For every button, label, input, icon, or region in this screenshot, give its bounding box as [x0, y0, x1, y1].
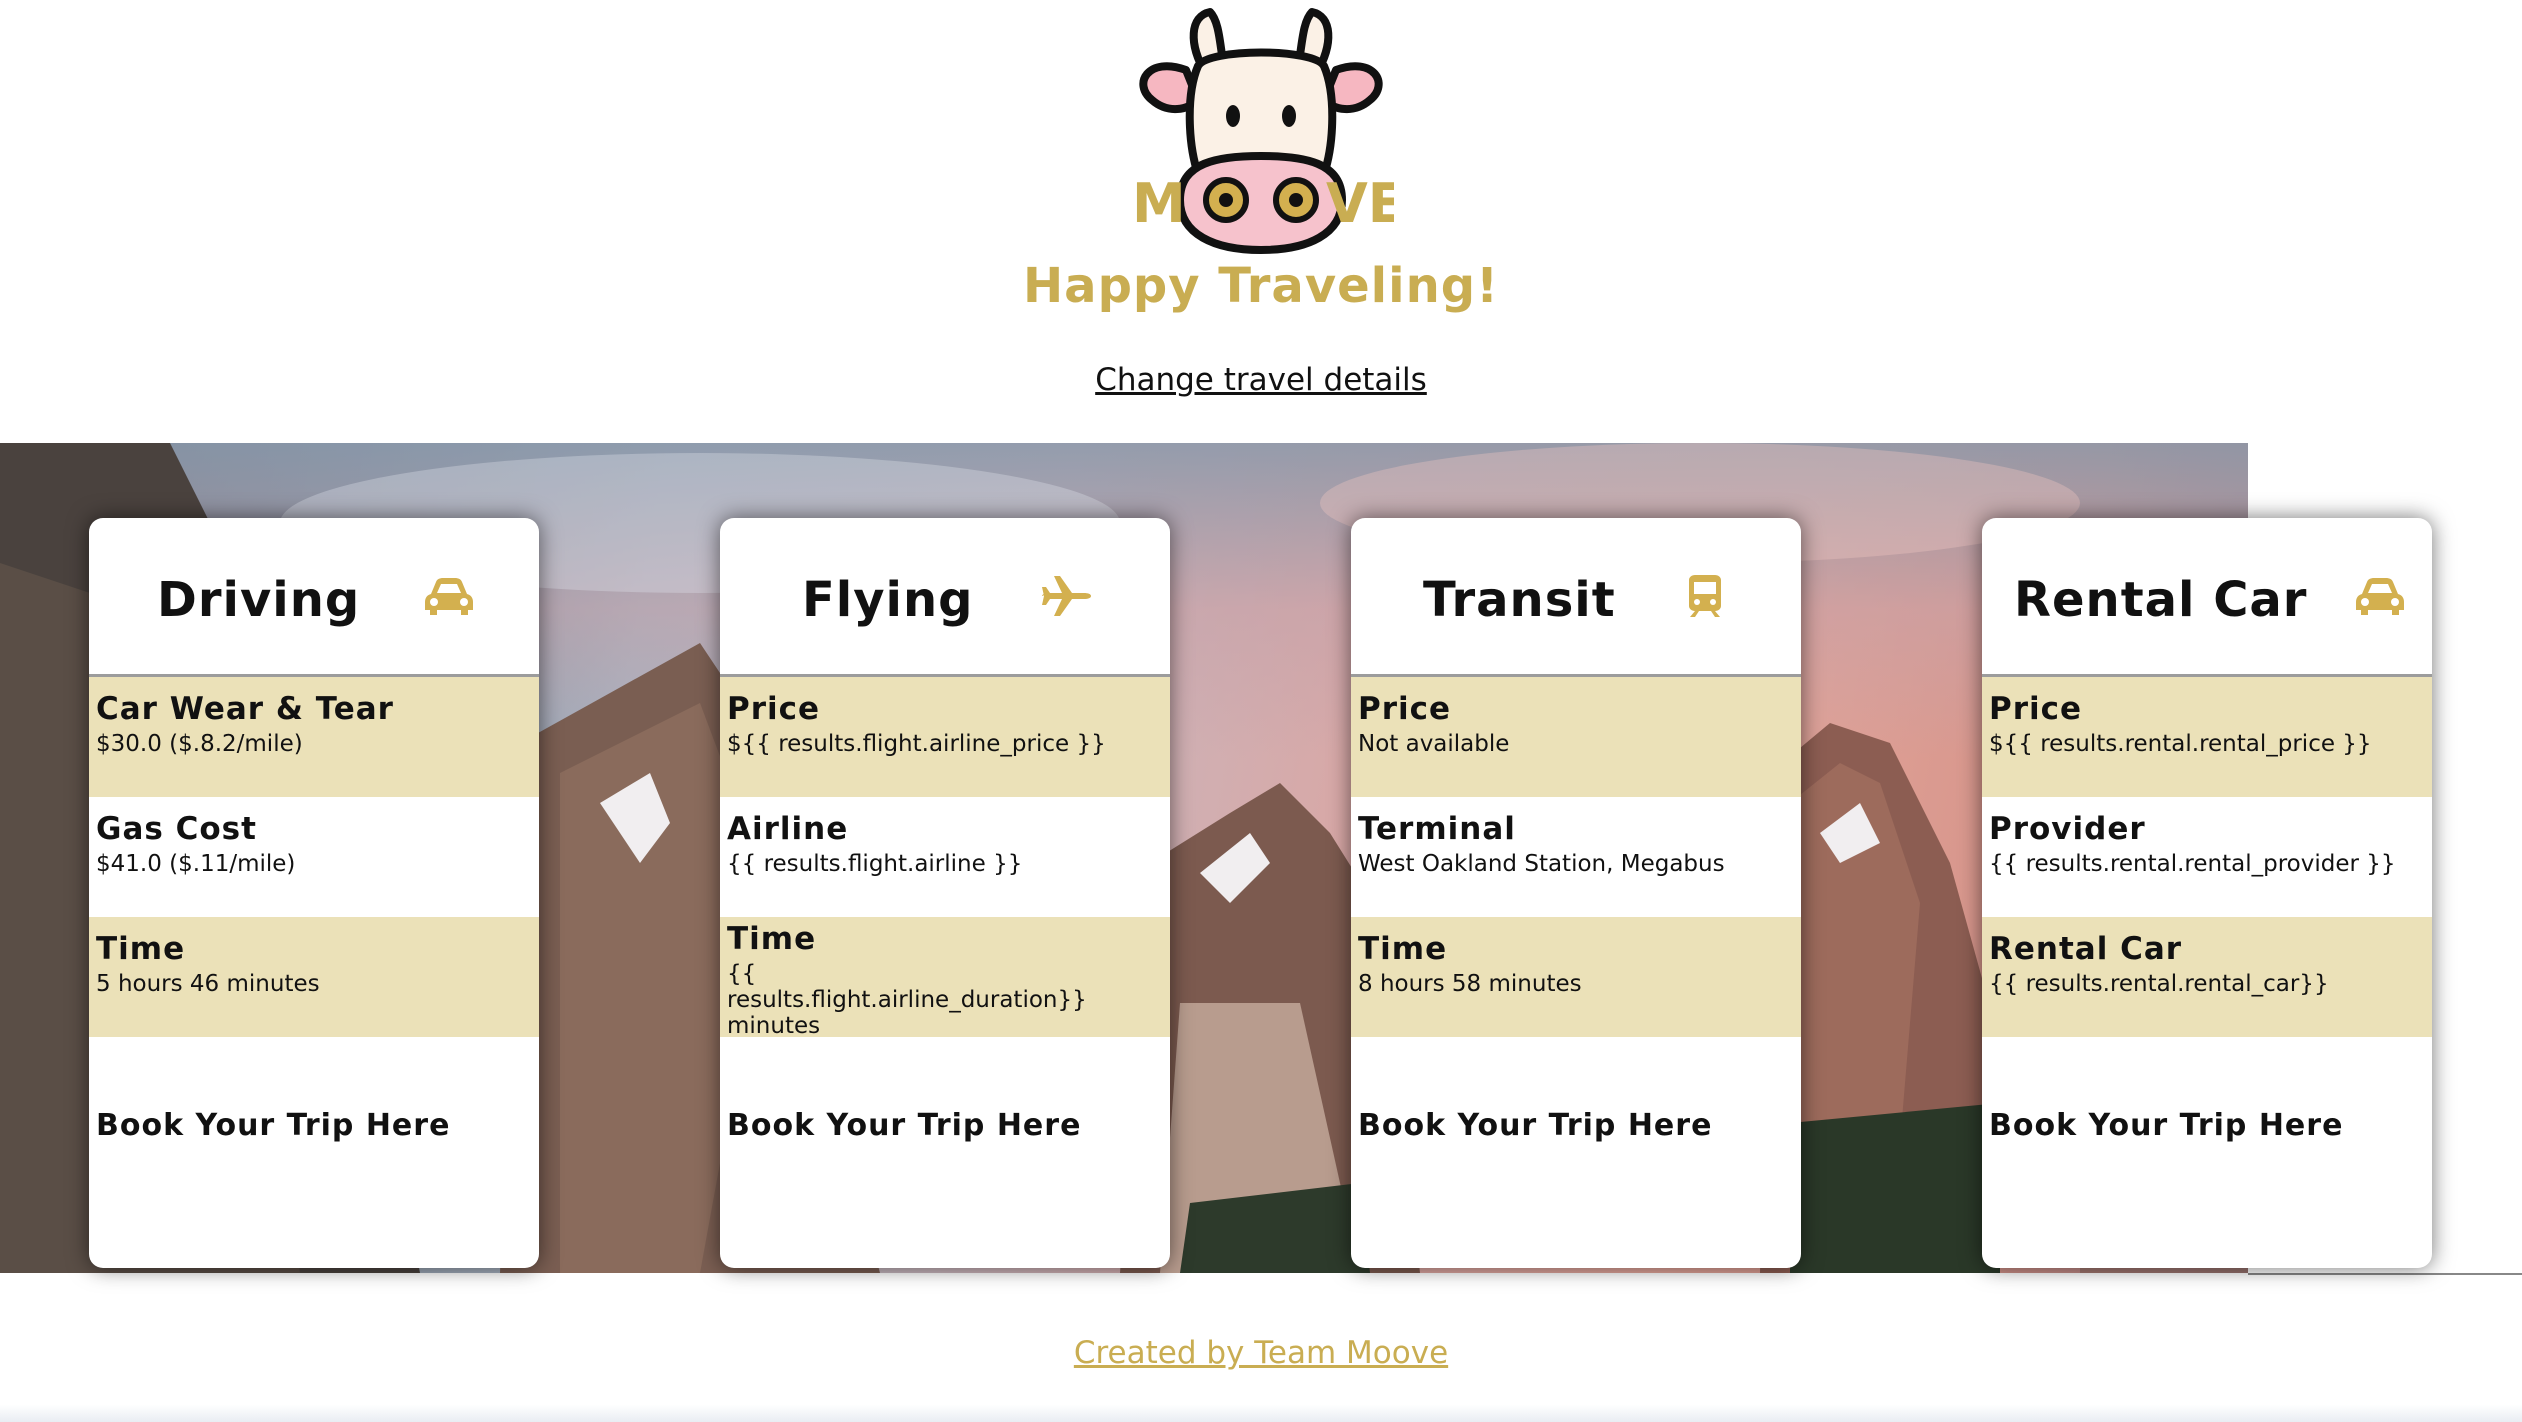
svg-text:M: M [1132, 172, 1186, 235]
row-value: West Oakland Station, Megabus [1358, 851, 1725, 877]
svg-text:VE: VE [1326, 172, 1394, 235]
book-trip-link[interactable]: Book Your Trip Here [727, 1108, 1081, 1143]
book-trip-link[interactable]: Book Your Trip Here [1989, 1108, 2343, 1143]
created-by-team-moove-link[interactable]: Created by Team Moove [0, 1335, 2522, 1371]
card-row: Time {{ results.flight.airline_duration}… [720, 917, 1170, 1039]
card-row: Airline {{ results.flight.airline }} [720, 797, 1170, 917]
card-row: Gas Cost $41.0 ($.11/mile) [89, 797, 539, 917]
car-icon [423, 574, 475, 618]
row-value: ${{ results.flight.airline_price }} [727, 731, 1106, 757]
row-label: Gas Cost [96, 811, 257, 847]
cow-logo-icon: M VE [1132, 8, 1394, 254]
row-value: {{ results.rental.rental_provider }} [1989, 851, 2396, 877]
card-row: Time 5 hours 46 minutes [89, 917, 539, 1037]
card-title: Driving [157, 572, 361, 628]
card-row: Car Wear & Tear $30.0 ($.8.2/mile) [89, 677, 539, 797]
row-value: {{ results.flight.airline }} [727, 851, 1023, 877]
card-header: Transit [1351, 518, 1801, 677]
page-header: M VE Happy Traveling! Change travel deta… [0, 0, 2522, 443]
card-row: Price ${{ results.flight.airline_price }… [720, 677, 1170, 797]
book-trip-link[interactable]: Book Your Trip Here [96, 1108, 450, 1143]
row-label: Provider [1989, 811, 2146, 847]
row-label: Airline [727, 811, 849, 847]
row-value: {{ results.flight.airline_duration}} min… [727, 961, 1087, 1039]
card-header: Driving [89, 518, 539, 677]
flying-card: Flying Price ${{ results.flight.airline_… [720, 518, 1170, 1268]
train-icon [1683, 574, 1727, 618]
card-header: Rental Car [1982, 518, 2432, 677]
row-value: 8 hours 58 minutes [1358, 971, 1582, 997]
change-travel-details-link[interactable]: Change travel details [0, 362, 2522, 398]
row-label: Terminal [1358, 811, 1516, 847]
page-title: Happy Traveling! [1023, 258, 1499, 314]
row-label: Time [727, 921, 817, 957]
card-row: Time 8 hours 58 minutes [1351, 917, 1801, 1037]
transit-card: Transit Price Not available Terminal Wes… [1351, 518, 1801, 1268]
row-value: {{ results.rental.rental_car}} [1989, 971, 2329, 997]
row-label: Time [1358, 931, 1448, 967]
row-label: Time [96, 931, 186, 967]
row-label: Price [1358, 691, 1452, 727]
row-label: Price [1989, 691, 2083, 727]
card-row: Terminal West Oakland Station, Megabus [1351, 797, 1801, 917]
row-label: Car Wear & Tear [96, 691, 394, 727]
book-trip-link[interactable]: Book Your Trip Here [1358, 1108, 1712, 1143]
row-value: Not available [1358, 731, 1510, 757]
row-value: 5 hours 46 minutes [96, 971, 320, 997]
row-label: Price [727, 691, 821, 727]
moove-logo: M VE [1128, 4, 1394, 254]
rental-car-card: Rental Car Price ${{ results.rental.rent… [1982, 518, 2432, 1268]
car-icon [2354, 574, 2406, 618]
card-row: Rental Car {{ results.rental.rental_car}… [1982, 917, 2432, 1037]
row-label: Rental Car [1989, 931, 2183, 967]
card-header: Flying [720, 518, 1170, 677]
row-value: ${{ results.rental.rental_price }} [1989, 731, 2372, 757]
card-row: Price Not available [1351, 677, 1801, 797]
card-title: Flying [802, 572, 974, 628]
plane-icon [1040, 574, 1092, 618]
driving-card: Driving Car Wear & Tear $30.0 ($.8.2/mil… [89, 518, 539, 1268]
row-value: $41.0 ($.11/mile) [96, 851, 296, 877]
card-row: Provider {{ results.rental.rental_provid… [1982, 797, 2432, 917]
card-row: Price ${{ results.rental.rental_price }} [1982, 677, 2432, 797]
card-title: Rental Car [2014, 572, 2308, 628]
row-value: $30.0 ($.8.2/mile) [96, 731, 303, 757]
card-title: Transit [1423, 572, 1616, 628]
